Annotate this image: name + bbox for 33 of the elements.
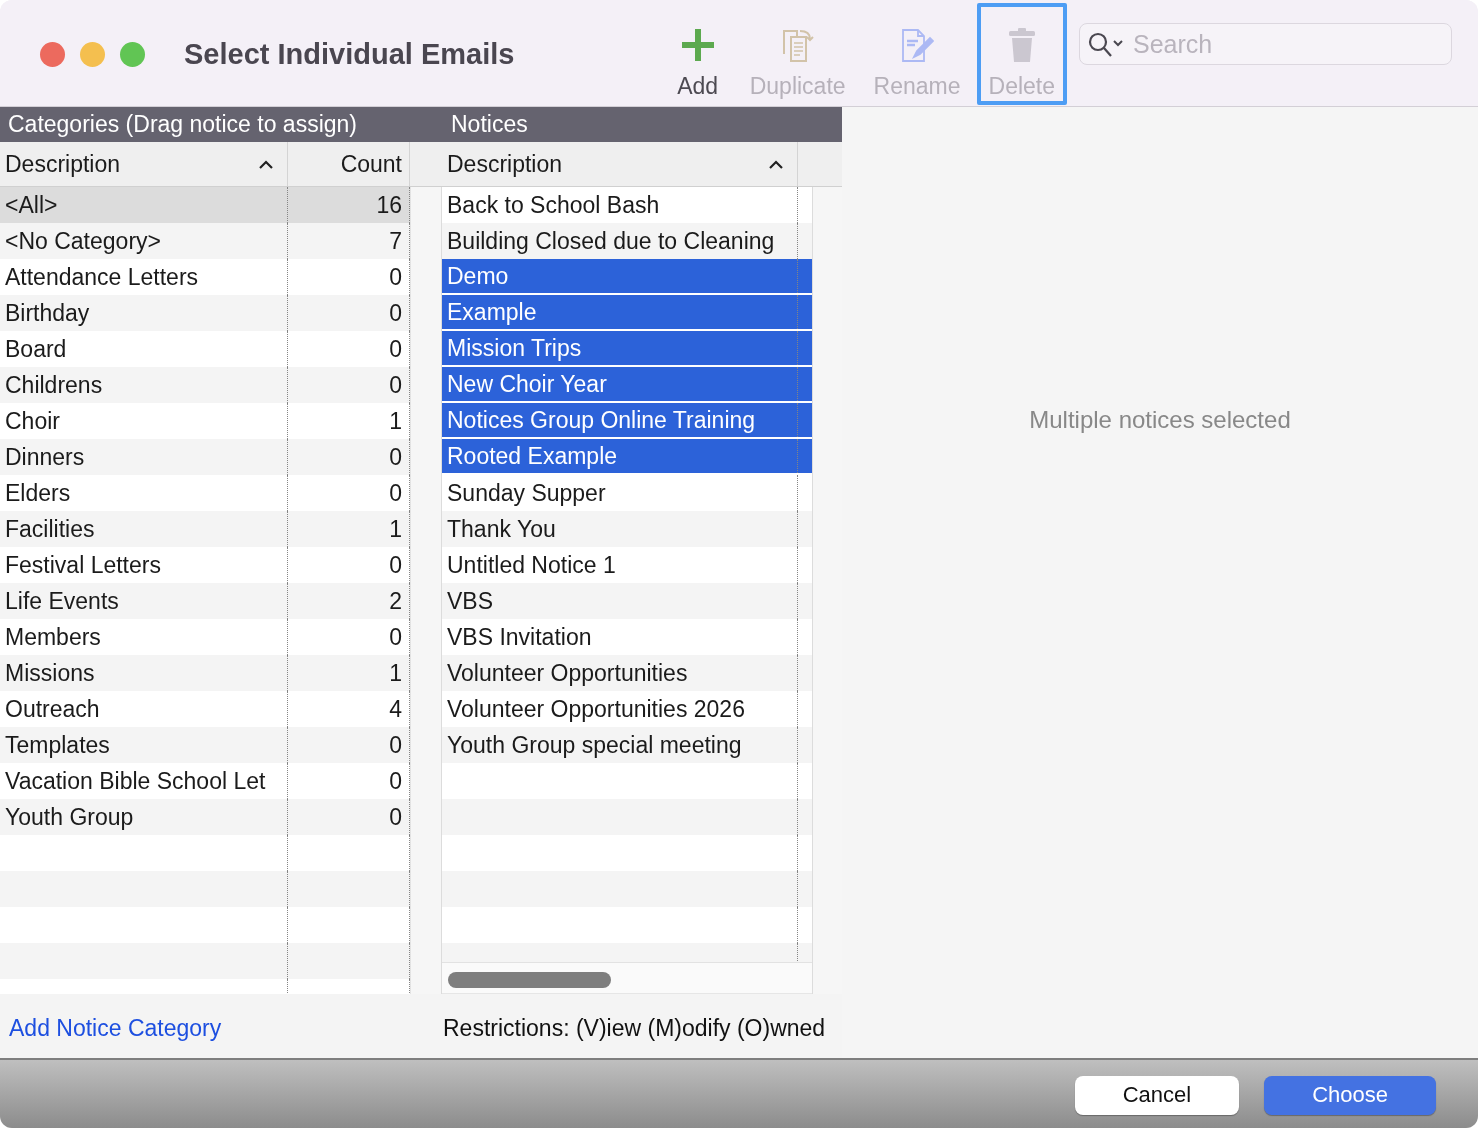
- table-row[interactable]: Board 0: [0, 331, 410, 367]
- table-row[interactable]: Attendance Letters 0: [0, 259, 410, 295]
- table-row[interactable]: Members 0: [0, 619, 410, 655]
- zoom-icon[interactable]: [120, 42, 145, 67]
- table-row[interactable]: Vacation Bible School Let 0: [0, 763, 410, 799]
- scrollbar-thumb[interactable]: [448, 972, 611, 988]
- caret-icon: [769, 159, 783, 169]
- column-header[interactable]: Description: [0, 142, 288, 186]
- search-field[interactable]: Search: [1079, 23, 1452, 65]
- copy-icon: [781, 28, 814, 62]
- pane-title: Categories (Drag notice to assign): [8, 111, 357, 137]
- search-icon: [1088, 32, 1124, 58]
- close-icon[interactable]: [40, 42, 65, 67]
- column-header[interactable]: Count: [288, 142, 410, 186]
- trash-icon: [1008, 28, 1035, 62]
- table-row[interactable]: Choir 1: [0, 403, 410, 439]
- add-category-link[interactable]: Add Notice Category: [9, 1014, 222, 1041]
- minimize-icon[interactable]: [80, 42, 105, 67]
- cancel-button[interactable]: Cancel: [1074, 1075, 1240, 1115]
- choose-button[interactable]: Choose: [1264, 1075, 1436, 1115]
- document-pencil-icon: [900, 28, 935, 62]
- restrictions-note: Restrictions: (V)iew (M)odify (O)wned: [443, 1014, 826, 1042]
- table-row[interactable]: <All> 16: [0, 187, 410, 223]
- window-title: Select Individual Emails: [184, 37, 515, 71]
- table-row[interactable]: Elders 0: [0, 475, 410, 511]
- add-button[interactable]: Add: [661, 3, 734, 105]
- status-message: Multiple notices selected: [1029, 406, 1291, 434]
- plus-icon: [680, 28, 715, 62]
- caret-icon: [259, 159, 273, 169]
- column-header[interactable]: Description: [441, 142, 798, 186]
- pane-title: Notices: [451, 111, 528, 138]
- table-row[interactable]: Outreach 4: [0, 691, 410, 727]
- table-row[interactable]: Festival Letters 0: [0, 547, 410, 583]
